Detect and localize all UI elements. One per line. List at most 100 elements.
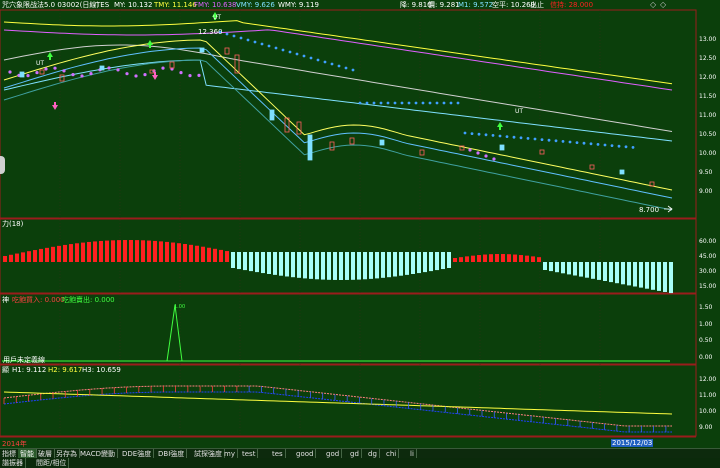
axis-tick-label: 10.00 (699, 150, 717, 157)
support-dot (35, 70, 39, 75)
stop-dot (519, 136, 523, 140)
force-bar (555, 262, 559, 273)
force-bar (189, 244, 193, 262)
axis-tick-label: 1.00 (699, 320, 713, 328)
support-dot (143, 73, 147, 77)
force-bar (651, 262, 655, 290)
force-bar (483, 254, 487, 262)
force-bar (603, 262, 607, 281)
force-bar (537, 257, 541, 262)
stop-dot (386, 101, 390, 105)
force-bar (405, 252, 409, 275)
stop-dot (288, 50, 292, 54)
axis-tick-label: 12.50 (699, 55, 717, 62)
axis-tick-label: 0.50 (699, 337, 713, 345)
stop-dot (302, 54, 306, 58)
force-bar (201, 246, 205, 262)
force-bar (195, 245, 199, 262)
legend-item: WMY: 9.119 (278, 1, 319, 9)
force-bar (285, 252, 289, 277)
force-bar (123, 240, 127, 262)
force-bar (273, 252, 277, 275)
support-dot (107, 66, 111, 70)
candle (269, 109, 275, 121)
candle (39, 69, 45, 75)
stop-dot (484, 133, 488, 137)
force-bar (507, 254, 511, 262)
stop-dot (351, 68, 355, 72)
panel4-h3: H3: 10.659 (82, 366, 121, 374)
candle (169, 61, 175, 69)
window-close-icon[interactable]: ◇ (660, 1, 666, 9)
force-bar (135, 240, 139, 262)
axis-tick-label: 60.00 (699, 238, 717, 245)
legend-item: M1: 9.572 (458, 1, 494, 9)
stop-dot (337, 64, 341, 68)
support-dot (197, 73, 201, 77)
candle (19, 71, 25, 78)
force-bar (525, 255, 529, 262)
force-bar (177, 243, 181, 262)
support-dot (71, 73, 75, 77)
candle (307, 134, 313, 161)
stop-dot (372, 101, 376, 105)
candle (349, 137, 355, 145)
high-price-annotation: 12.360 (198, 28, 223, 36)
axis-tick-label: 9.50 (699, 169, 713, 176)
force-bar (279, 252, 283, 276)
force-bar (321, 252, 325, 280)
buy-signal-label: 吃飽買入: 0.000 (12, 296, 65, 304)
stop-dot (582, 141, 586, 145)
force-bar (57, 245, 61, 262)
force-bar (597, 262, 601, 280)
force-bar (243, 252, 247, 271)
force-bar (435, 252, 439, 271)
date-axis-cursor: 2015/12/03 (611, 439, 654, 447)
force-bar (219, 249, 223, 262)
candle (329, 141, 335, 151)
force-bar (567, 262, 571, 275)
stop-dot (568, 140, 572, 144)
force-bar (459, 257, 463, 262)
force-bar (351, 252, 355, 280)
window-options-icon[interactable]: ◇ (650, 1, 656, 9)
stop-dot (449, 101, 453, 105)
support-dot (476, 151, 480, 155)
force-bar (27, 251, 31, 262)
stock-chart-canvas[interactable] (0, 0, 720, 448)
axis-tick-label: 13.00 (699, 36, 717, 43)
force-bar (249, 252, 253, 272)
status-button[interactable]: 間距/相位 (34, 458, 70, 468)
support-dot (134, 74, 138, 78)
stop-dot (358, 101, 362, 105)
force-bar (183, 243, 187, 262)
stop-dot (540, 138, 544, 142)
force-bar (141, 240, 145, 262)
stop-dot (631, 146, 635, 149)
panel2-title: 力(18) (2, 220, 24, 228)
force-bar (639, 262, 643, 288)
stop-dot (393, 101, 397, 105)
status-button[interactable]: 諧振器 (0, 458, 26, 468)
force-bar (81, 242, 85, 262)
hist-line-h1 (3, 385, 672, 427)
sell-arrow-icon (52, 102, 58, 110)
left-panel-handle[interactable] (0, 156, 5, 174)
stop-dot (603, 143, 607, 147)
candle (419, 149, 425, 156)
stop-dot (246, 38, 250, 42)
force-bar (261, 252, 265, 274)
stop-dot (470, 132, 474, 136)
support-dot (179, 70, 183, 75)
force-bar (21, 252, 25, 262)
stop-dot (407, 101, 411, 105)
panel4-title-prefix: 顯 (2, 366, 9, 374)
force-bar (441, 252, 445, 270)
force-bar (255, 252, 259, 273)
support-dot (492, 157, 496, 161)
stop-dot (414, 101, 418, 105)
force-bar (303, 252, 307, 279)
support-dot (53, 66, 57, 70)
force-bar (99, 240, 103, 262)
force-bar (63, 244, 67, 262)
